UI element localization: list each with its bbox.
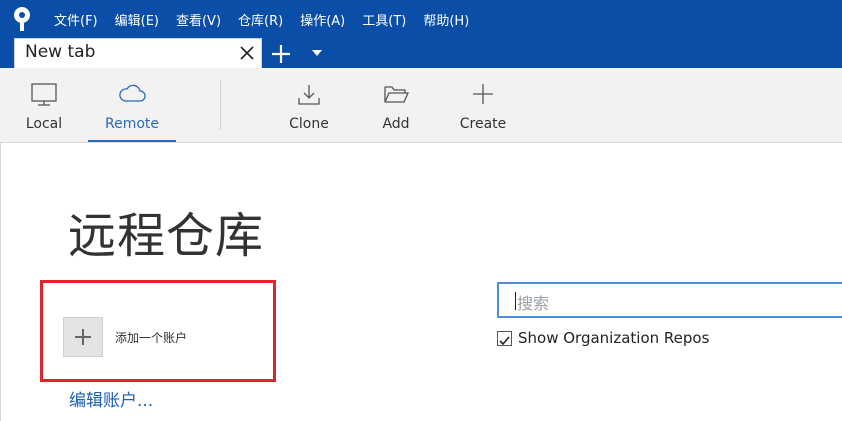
local-label: Local [25,116,63,132]
cloud-icon [119,84,146,102]
chevron-down-icon[interactable] [310,48,324,58]
menu-help[interactable]: 帮助(H) [423,10,469,29]
toolbar-divider [220,80,221,130]
clone-button[interactable]: Clone [276,68,342,142]
active-tab-indicator [88,140,176,142]
search-placeholder: 搜索 [517,294,550,313]
add-account-label: 添加一个账户 [115,331,188,345]
remote-button[interactable]: Remote [88,68,176,142]
show-org-repos-label[interactable]: Show Organization Repos [518,329,709,347]
plus-icon [473,84,493,104]
page-title: 远程仓库 [68,208,265,264]
menu-view[interactable]: 查看(V) [176,10,221,29]
menu-edit[interactable]: 编辑(E) [115,10,159,29]
clone-label: Clone [289,116,329,132]
monitor-icon [31,83,57,106]
create-label: Create [459,116,507,132]
add-button[interactable]: Add [366,68,426,142]
download-icon [298,85,320,105]
add-account-button[interactable]: 添加一个账户 [40,280,276,382]
text-caret [515,292,516,310]
close-icon[interactable] [239,45,255,61]
create-button[interactable]: Create [450,68,516,142]
remote-label: Remote [104,116,160,132]
checkmark-icon [499,336,510,346]
panel-border [0,143,1,421]
search-input[interactable]: 搜索 [497,282,842,318]
menu-repository[interactable]: 仓库(R) [238,10,283,29]
tab-title: New tab [25,42,96,62]
edit-accounts-link[interactable]: 编辑账户... [69,386,153,411]
toolbar: Local Remote Clone Add Create [0,68,842,143]
tab-new[interactable]: New tab [14,38,262,68]
title-bar: 文件(F) 编辑(E) 查看(V) 仓库(R) 操作(A) 工具(T) 帮助(H… [0,0,842,68]
show-org-repos-checkbox[interactable] [497,331,512,346]
add-account-icon-box [63,317,103,357]
menu-file[interactable]: 文件(F) [54,10,98,29]
menu-bar: 文件(F) 编辑(E) 查看(V) 仓库(R) 操作(A) 工具(T) 帮助(H… [54,10,486,29]
folder-open-icon [384,86,410,103]
local-button[interactable]: Local [12,68,76,142]
sourcetree-logo-icon [14,7,30,31]
plus-icon [75,329,91,345]
add-label: Add [382,116,410,132]
menu-actions[interactable]: 操作(A) [300,10,345,29]
menu-tools[interactable]: 工具(T) [362,10,406,29]
plus-icon[interactable] [269,42,293,66]
